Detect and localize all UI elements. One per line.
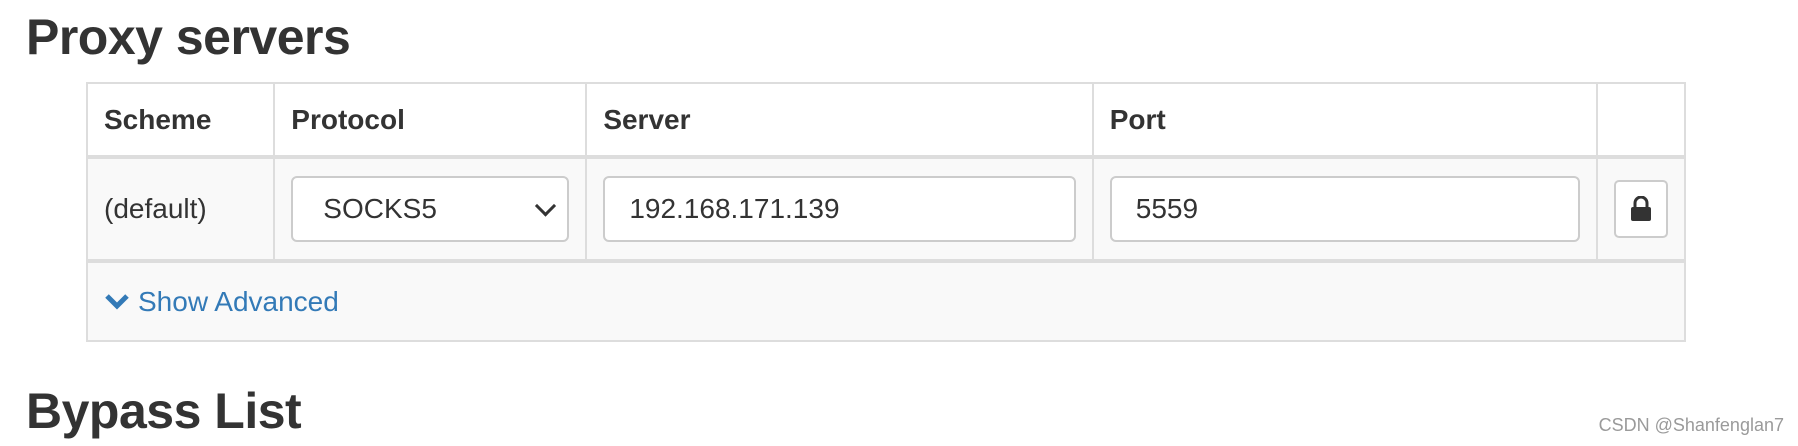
chevron-down-icon: [105, 293, 129, 310]
show-advanced-cell: Show Advanced: [86, 259, 1686, 342]
table-row: (default) SOCKS5 192.168.171.139 5559: [85, 156, 1687, 262]
bypass-list-heading: Bypass List: [26, 383, 302, 439]
protocol-cell: SOCKS5: [273, 156, 588, 262]
show-advanced-row: Show Advanced: [86, 259, 1686, 342]
header-server: Server: [585, 82, 1094, 159]
table-header-row: Scheme Protocol Server Port: [85, 82, 1687, 159]
lock-cell: [1595, 156, 1687, 262]
proxy-servers-table: Scheme Protocol Server Port (default) SO…: [85, 82, 1687, 342]
show-advanced-link[interactable]: Show Advanced: [104, 286, 339, 318]
protocol-select-value: SOCKS5: [323, 193, 437, 224]
header-actions: [1595, 82, 1687, 159]
chevron-down-icon: [535, 195, 557, 217]
server-cell: 192.168.171.139: [585, 156, 1094, 262]
watermark: CSDN @Shanfenglan7: [1598, 415, 1784, 435]
page: Proxy servers Scheme Protocol Server Por…: [0, 0, 1798, 446]
header-protocol: Protocol: [273, 82, 588, 159]
server-input[interactable]: 192.168.171.139: [603, 176, 1076, 242]
lock-button[interactable]: [1613, 180, 1668, 238]
scheme-cell: (default): [85, 156, 276, 262]
port-cell: 5559: [1091, 156, 1598, 262]
lock-icon: [1630, 196, 1651, 221]
show-advanced-label: Show Advanced: [138, 285, 339, 317]
proxy-servers-heading: Proxy servers: [26, 9, 351, 65]
protocol-select[interactable]: SOCKS5: [291, 176, 570, 242]
port-input[interactable]: 5559: [1109, 176, 1580, 242]
header-scheme: Scheme: [85, 82, 276, 159]
header-port: Port: [1091, 82, 1598, 159]
